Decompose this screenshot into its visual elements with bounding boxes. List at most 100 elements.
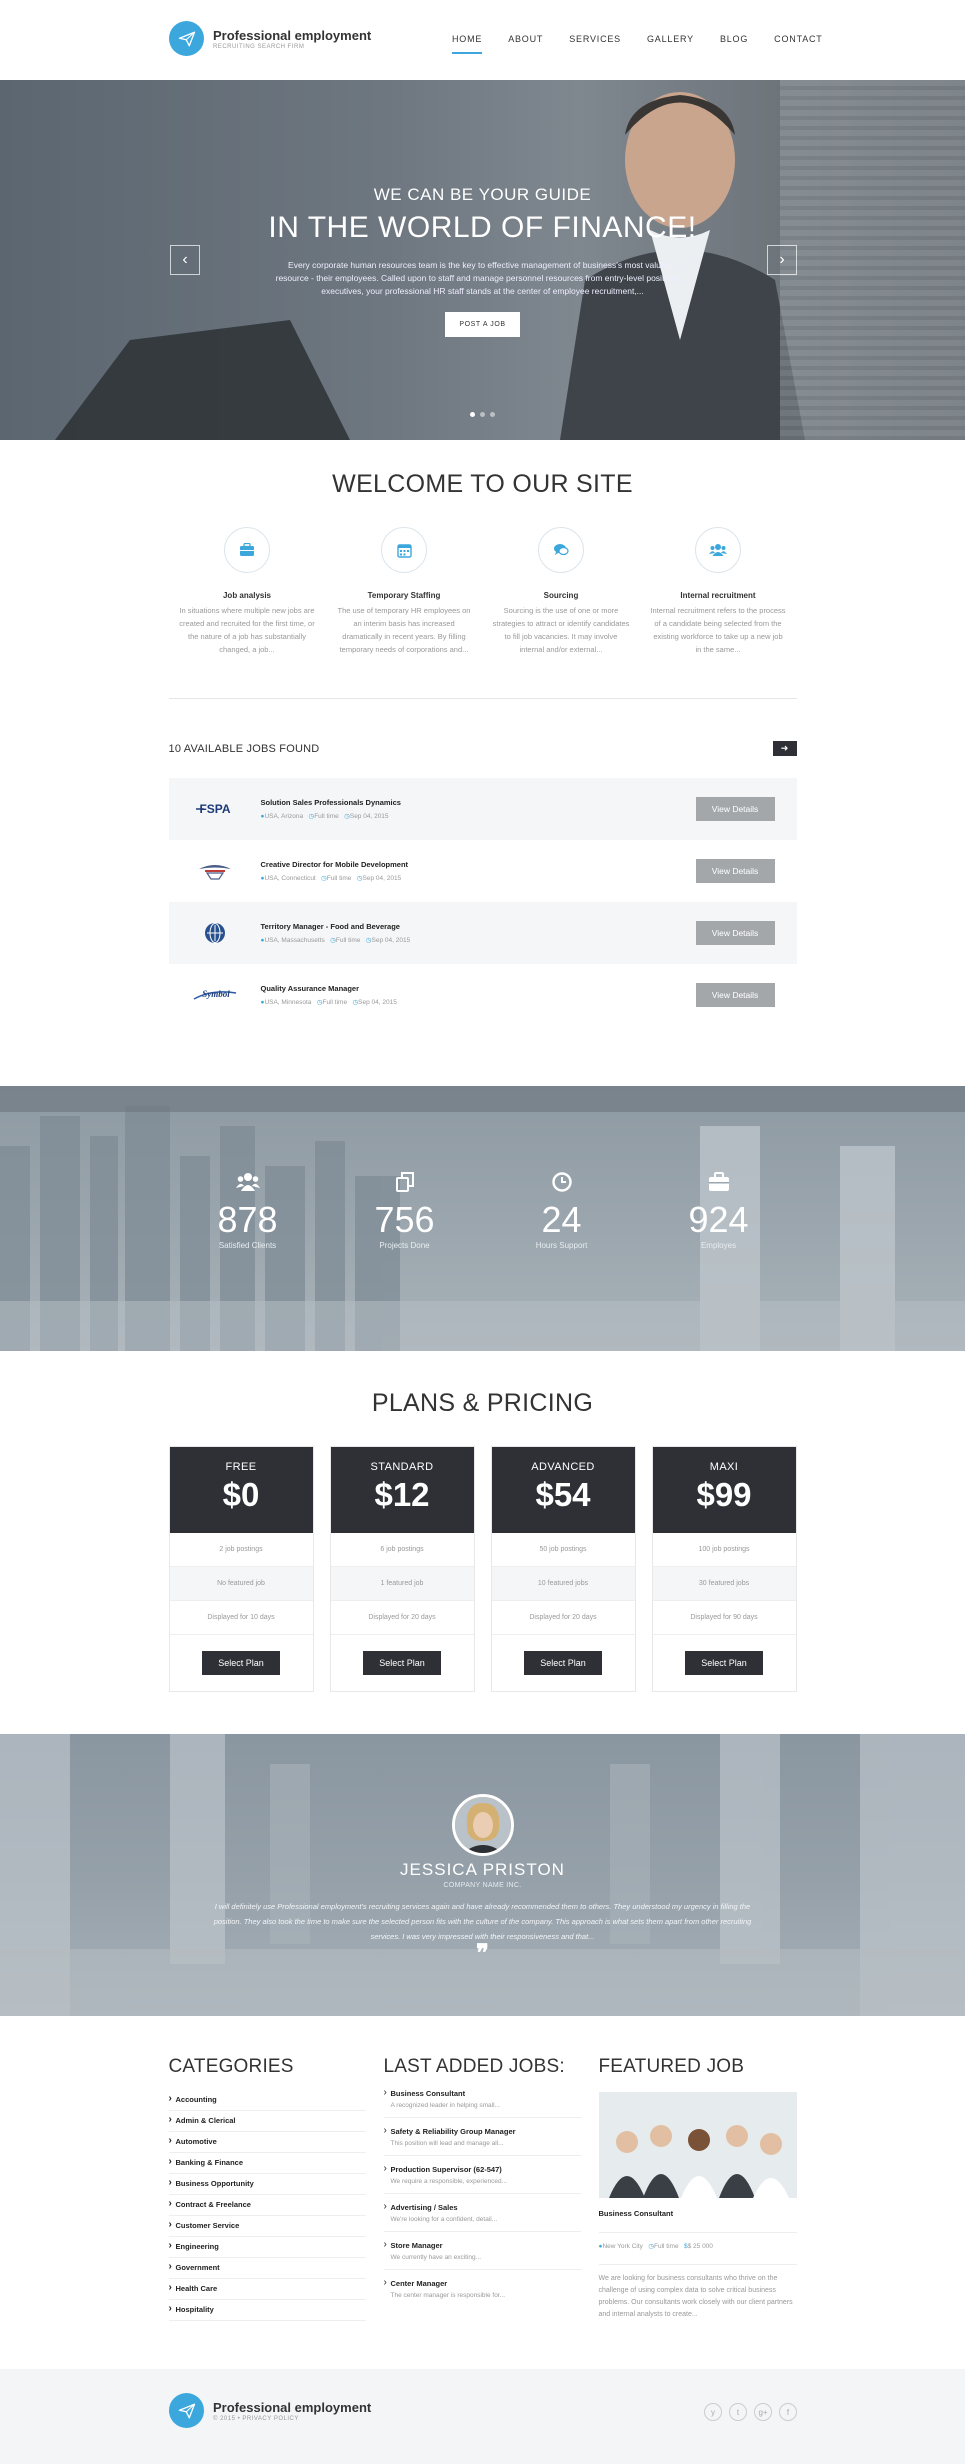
featured-title: FEATURED JOB [598, 2056, 745, 2077]
quote-icon: ❞ [476, 1940, 489, 1967]
job-row[interactable]: Creative Director for Mobile Development… [169, 840, 797, 902]
plan-feature: Displayed for 10 days [169, 1601, 313, 1635]
slider-dot[interactable] [470, 412, 475, 417]
testimonial-quote: I will definitely use Professional emplo… [213, 1902, 752, 1941]
chat-icon [538, 527, 584, 573]
view-details-button[interactable]: View Details [695, 797, 775, 821]
arrow-right-icon[interactable]: ➜ [772, 741, 797, 756]
stat-item: 756 Projects Done [326, 1172, 483, 1250]
eagle-logo [169, 861, 261, 881]
category-link[interactable]: Government [168, 2258, 366, 2279]
category-link[interactable]: Engineering [168, 2237, 366, 2258]
calendar-icon [381, 527, 427, 573]
plan-feature: 2 job postings [169, 1533, 313, 1567]
plan-feature: 30 featured jobs [652, 1567, 796, 1601]
category-link[interactable]: Admin & Clerical [168, 2111, 366, 2132]
view-details-button[interactable]: View Details [695, 921, 775, 945]
copyright[interactable]: © 2015 • Privacy Policy [213, 2416, 371, 2422]
plan-price: $0 [222, 1476, 260, 1513]
view-details-button[interactable]: View Details [695, 983, 775, 1007]
last-job-title[interactable]: Center Manager [391, 2279, 581, 2288]
category-link[interactable]: Hospitality [168, 2300, 366, 2321]
select-plan-button[interactable]: Select Plan [685, 1651, 763, 1675]
plan-price: $12 [374, 1476, 430, 1513]
slider-dot[interactable] [490, 412, 495, 417]
users-icon [169, 1172, 326, 1194]
select-plan-button[interactable]: Select Plan [524, 1651, 602, 1675]
post-job-button[interactable]: POST A JOB [445, 312, 520, 337]
plan-feature: 100 job postings [652, 1533, 796, 1567]
hero-pre-title: WE CAN BE YOUR GUIDE [373, 185, 592, 204]
company-logo: Symbol [169, 987, 261, 1003]
plan-feature: Displayed for 20 days [491, 1601, 635, 1635]
testimonial-name: JESSICA PRISTON [400, 1860, 565, 1879]
briefcase-icon [640, 1172, 797, 1194]
feature-title: Sourcing [543, 591, 579, 600]
select-plan-button[interactable]: Select Plan [202, 1651, 280, 1675]
select-plan-button[interactable]: Select Plan [363, 1651, 441, 1675]
last-job-item[interactable]: Safety & Reliability Group Manager This p… [383, 2124, 581, 2156]
nav-services[interactable]: SERVICES [569, 34, 621, 54]
feature-item: Temporary Staffing The use of temporary … [326, 527, 483, 656]
last-job-item[interactable]: Advertising / Sales We're looking for a c… [383, 2200, 581, 2232]
plan-name: MAXI [709, 1461, 739, 1473]
job-row[interactable]: Symbol Quality Assurance Manager ●USA, M… [169, 964, 797, 1026]
category-link[interactable]: Automotive [168, 2132, 366, 2153]
category-link[interactable]: Contract & Freelance [168, 2195, 366, 2216]
job-title[interactable]: Territory Manager - Food and Beverage [261, 922, 411, 931]
category-link[interactable]: Health Care [168, 2279, 366, 2300]
nav-contact[interactable]: CONTACT [774, 34, 822, 54]
category-link[interactable]: Banking & Finance [168, 2153, 366, 2174]
job-title[interactable]: Solution Sales Professionals Dynamics [261, 798, 401, 807]
job-row[interactable]: Territory Manager - Food and Beverage ●U… [168, 902, 797, 964]
youtube-icon[interactable]: y [704, 2403, 722, 2421]
last-job-title[interactable]: Production Supervisor (62-547) [391, 2165, 581, 2174]
google-plus-icon[interactable]: g+ [754, 2403, 772, 2421]
job-row[interactable]: FSPA Solution Sales Professionals Dynami… [168, 778, 797, 840]
facebook-icon[interactable]: f [779, 2403, 797, 2421]
twitter-icon[interactable]: t [729, 2403, 747, 2421]
brand-logo[interactable]: Professional employment Recruiting searc… [169, 21, 371, 56]
pricing-plan: ADVANCED $54 50 job postings 10 featured … [490, 1446, 636, 1692]
team-photo[interactable] [598, 2092, 797, 2198]
last-job-item[interactable]: Business Consultant A recognized leader i… [383, 2086, 581, 2118]
plan-name: ADVANCED [531, 1461, 595, 1473]
category-link[interactable]: Accounting [168, 2090, 366, 2111]
feature-text: Internal recruitment refers to the proce… [650, 606, 786, 654]
last-job-title[interactable]: Business Consultant [391, 2089, 581, 2098]
view-details-button[interactable]: View Details [695, 859, 775, 883]
pricing-plan: FREE $0 2 job postings No featured job Di… [168, 1446, 314, 1692]
feature-item: Internal recruitment Internal recruitmen… [640, 527, 797, 656]
last-job-item[interactable]: Store Manager We currently have an exciti… [383, 2238, 581, 2270]
featured-job-title[interactable]: Business Consultant [599, 2209, 797, 2218]
last-job-desc: This position will lead and manage all..… [390, 2140, 504, 2147]
last-job-item[interactable]: Center Manager The center manager is resp… [384, 2276, 581, 2307]
hero-slider: ‹ › WE CAN BE YOUR GUIDE IN THE WORLD OF… [0, 80, 965, 440]
nav-blog[interactable]: BLOG [720, 34, 748, 54]
plan-feature: 10 featured jobs [491, 1567, 635, 1601]
last-job-title[interactable]: Store Manager [391, 2241, 581, 2250]
nav-home[interactable]: HOME [452, 34, 483, 54]
job-date: Sep 04, 2015 [358, 999, 397, 1006]
last-jobs-column: LAST ADDED JOBS: Business Consultant A re… [383, 2056, 581, 2321]
logo-text: Symbol [202, 989, 230, 999]
last-job-title[interactable]: Safety & Reliability Group Manager [391, 2127, 581, 2136]
plan-feature: Displayed for 90 days [652, 1601, 796, 1635]
paper-plane-icon [169, 2393, 204, 2428]
feature-text: Sourcing is the use of one or more strat… [492, 606, 630, 654]
last-job-item[interactable]: Production Supervisor (62-547) We require… [383, 2162, 581, 2194]
hero-text: Every corporate human resources team is … [275, 260, 690, 296]
category-link[interactable]: Business Opportunity [168, 2174, 366, 2195]
category-link[interactable]: Customer Service [168, 2216, 366, 2237]
nav-about[interactable]: ABOUT [508, 34, 543, 54]
plan-feature: 6 job postings [330, 1533, 474, 1567]
last-job-desc: The center manager is responsible for... [390, 2292, 506, 2299]
last-job-title[interactable]: Advertising / Sales [391, 2203, 581, 2212]
feature-title: Temporary Staffing [367, 591, 441, 600]
footer-logo[interactable]: Professional employment © 2015 • Privacy… [169, 2393, 371, 2428]
job-title[interactable]: Creative Director for Mobile Development [261, 860, 409, 869]
job-title[interactable]: Quality Assurance Manager [261, 984, 397, 993]
nav-gallery[interactable]: GALLERY [647, 34, 694, 54]
slider-dot[interactable] [480, 412, 485, 417]
logo-text: FSPA [199, 802, 230, 816]
